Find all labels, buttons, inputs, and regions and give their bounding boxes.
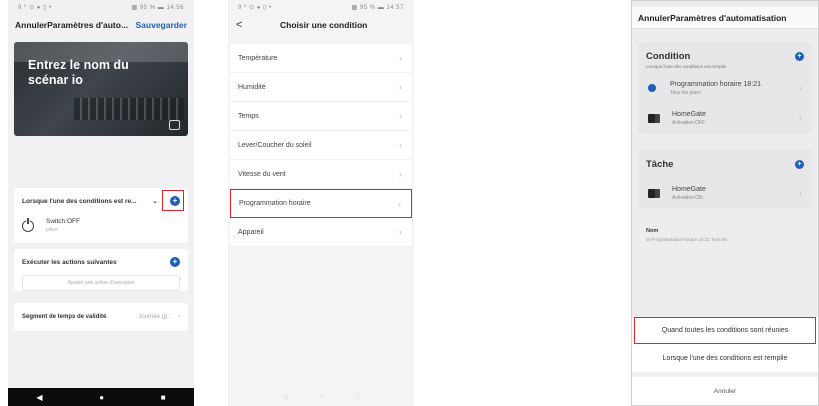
- list-item-sunrise-sunset[interactable]: Lever/Coucher du soleil ›: [230, 131, 412, 160]
- actions-label: Exécuter les actions suivantes: [22, 258, 117, 266]
- condition-panel-header: Condition +: [638, 43, 812, 62]
- nav-recents-icon[interactable]: □: [356, 394, 360, 401]
- chevron-right-icon: ›: [399, 53, 402, 63]
- nav-back-icon[interactable]: ◁: [282, 393, 287, 401]
- condition-item-subtitle: Activation:OFF: [672, 119, 706, 126]
- chevron-right-icon: ›: [399, 169, 402, 179]
- add-condition-button[interactable]: +: [795, 52, 804, 61]
- condition-item[interactable]: Switch:OFF pièce: [14, 214, 188, 243]
- phone-scene-editor: 9 ⁰ ⊙ ● ▯ • ▩ 95 % ▬ 14:56 AnnulerParamè…: [8, 0, 194, 406]
- system-nav-bar: ◁ ○ □: [228, 388, 414, 406]
- nav-home-icon[interactable]: ●: [99, 393, 104, 402]
- page-title[interactable]: AnnulerParamètres d'auto...: [15, 20, 128, 30]
- actions-header: Exécuter les actions suivantes +: [14, 249, 188, 275]
- power-icon: [22, 217, 34, 232]
- chevron-right-icon: ›: [399, 227, 402, 237]
- add-action-button[interactable]: +: [170, 257, 180, 267]
- status-icons-left: 9 ⁰ ⊙ ● ▯ •: [238, 4, 272, 11]
- chevron-right-icon: ›: [399, 111, 402, 121]
- option-any-condition[interactable]: Lorsque l'une des conditions est remplie: [632, 344, 818, 373]
- save-button[interactable]: Sauvegarder: [136, 20, 188, 30]
- condition-header[interactable]: Lorsque l'une des conditions est re... ⌄…: [14, 188, 188, 214]
- validity-card: Segment de temps de validité Journée (p.…: [14, 303, 188, 331]
- list-item-temperature[interactable]: Température ›: [230, 44, 412, 73]
- back-icon[interactable]: <: [236, 19, 266, 31]
- chevron-down-icon[interactable]: ⌄: [152, 197, 158, 205]
- clock-icon: [648, 84, 656, 92]
- nav-recents-icon[interactable]: ■: [161, 393, 166, 402]
- chevron-right-icon: ›: [399, 140, 402, 150]
- name-value[interactable]: Si Programmation horaire 18:21 Tous les: [632, 236, 818, 242]
- cover-decoration: [74, 98, 184, 120]
- list-item-label: Humidité: [238, 83, 266, 91]
- name-label: Nom: [646, 228, 659, 234]
- chevron-right-icon: ›: [399, 82, 402, 92]
- condition-item-subtitle: Tous les jours: [670, 89, 701, 96]
- list-item-label: Temps: [238, 112, 259, 120]
- chevron-right-icon: ›: [799, 113, 802, 123]
- list-item-label: Programmation horaire: [239, 200, 311, 207]
- status-icons-right: ▩ 95 % ▬ 14:57: [351, 4, 404, 11]
- status-icons-left: 9 ⁰ ⊙ ● ▯ •: [18, 4, 52, 11]
- list-item-device[interactable]: Appareil ›: [230, 218, 412, 247]
- condition-item-title: Programmation horaire 18:21: [670, 80, 762, 88]
- highlight-box: [162, 190, 184, 211]
- system-nav-bar: ◀ ● ■: [8, 388, 194, 406]
- add-action-placeholder[interactable]: Ajouter une action d'exécution: [22, 275, 180, 291]
- validity-label: Segment de temps de validité: [22, 314, 107, 320]
- list-item-schedule[interactable]: Programmation horaire ›: [230, 189, 412, 218]
- image-icon[interactable]: [169, 120, 180, 130]
- nav-back-icon[interactable]: ◀: [36, 393, 42, 402]
- actions-card: Exécuter les actions suivantes + Ajouter…: [14, 249, 188, 291]
- condition-item-subtitle: pièce: [46, 227, 58, 233]
- condition-item-schedule[interactable]: Programmation horaire 18:21 Tous les jou…: [638, 73, 812, 103]
- task-item-title: HomeGate: [672, 185, 706, 193]
- condition-item-title: HomeGate: [672, 110, 706, 118]
- phone-automation-settings: AnnulerParamètres d'automatisation Condi…: [631, 0, 819, 406]
- option-all-conditions[interactable]: Quand toutes les conditions sont réunies: [634, 317, 816, 344]
- task-panel-header: Tâche +: [638, 149, 812, 178]
- page-title: AnnulerParamètres d'automatisation: [632, 7, 818, 29]
- status-icons-right: ▩ 95 % ▬ 14:56: [131, 4, 184, 11]
- condition-mode-sheet: Quand toutes les conditions sont réunies…: [632, 317, 818, 405]
- top-bar: < Choisir une condition: [228, 14, 414, 36]
- status-bar: 9 ⁰ ⊙ ● ▯ • ▩ 95 % ▬ 14:57: [228, 0, 414, 14]
- top-bar: AnnulerParamètres d'auto... Sauvegarder: [8, 14, 194, 36]
- chevron-right-icon: ›: [799, 83, 802, 93]
- task-item-device[interactable]: HomeGate Activation:ON ›: [638, 178, 812, 208]
- task-item-subtitle: Activation:ON: [672, 194, 703, 201]
- device-icon: [648, 113, 660, 123]
- list-item-label: Appareil: [238, 228, 264, 236]
- chevron-right-icon: ›: [398, 198, 401, 209]
- cancel-button[interactable]: Annuler: [632, 373, 818, 405]
- list-item-label: Température: [238, 54, 278, 62]
- scene-cover-image[interactable]: Entrez le nom du scénar io: [14, 42, 188, 136]
- validity-value: Journée (p...: [138, 314, 172, 320]
- status-bar: 9 ⁰ ⊙ ● ▯ • ▩ 95 % ▬ 14:56: [8, 0, 194, 14]
- condition-mode-label[interactable]: Lorsque l'une des conditions est re...: [22, 198, 152, 205]
- phone-choose-condition: 9 ⁰ ⊙ ● ▯ • ▩ 95 % ▬ 14:57 < Choisir une…: [228, 0, 414, 406]
- scene-name-input[interactable]: Entrez le nom du scénar io: [28, 58, 168, 88]
- list-item-label: Lever/Coucher du soleil: [238, 141, 312, 149]
- nav-home-icon[interactable]: ○: [319, 394, 323, 401]
- condition-item-title: Switch:OFF: [46, 218, 80, 225]
- device-icon: [648, 188, 660, 198]
- condition-item-device[interactable]: HomeGate Activation:OFF ›: [638, 103, 812, 133]
- list-item-humidity[interactable]: Humidité ›: [230, 73, 412, 102]
- list-item-wind-speed[interactable]: Vitesse du vent ›: [230, 160, 412, 189]
- chevron-right-icon: ›: [178, 314, 180, 320]
- condition-title: Condition: [646, 51, 691, 62]
- list-item-weather[interactable]: Temps ›: [230, 102, 412, 131]
- condition-panel: Condition + Lorsque l'une des conditions…: [638, 43, 812, 133]
- condition-mode-text[interactable]: Lorsque l'une des conditions est remplie: [638, 62, 812, 73]
- condition-list: Température › Humidité › Temps › Lever/Couc…: [230, 44, 412, 247]
- add-task-button[interactable]: +: [795, 160, 804, 169]
- page-title: Choisir une condition: [280, 20, 368, 30]
- condition-card: Lorsque l'une des conditions est re... ⌄…: [14, 188, 188, 243]
- task-title: Tâche: [646, 159, 674, 170]
- chevron-right-icon: ›: [799, 188, 802, 198]
- task-panel: Tâche + HomeGate Activation:ON ›: [638, 149, 812, 208]
- list-item-label: Vitesse du vent: [238, 170, 286, 178]
- validity-row[interactable]: Segment de temps de validité Journée (p.…: [14, 303, 188, 331]
